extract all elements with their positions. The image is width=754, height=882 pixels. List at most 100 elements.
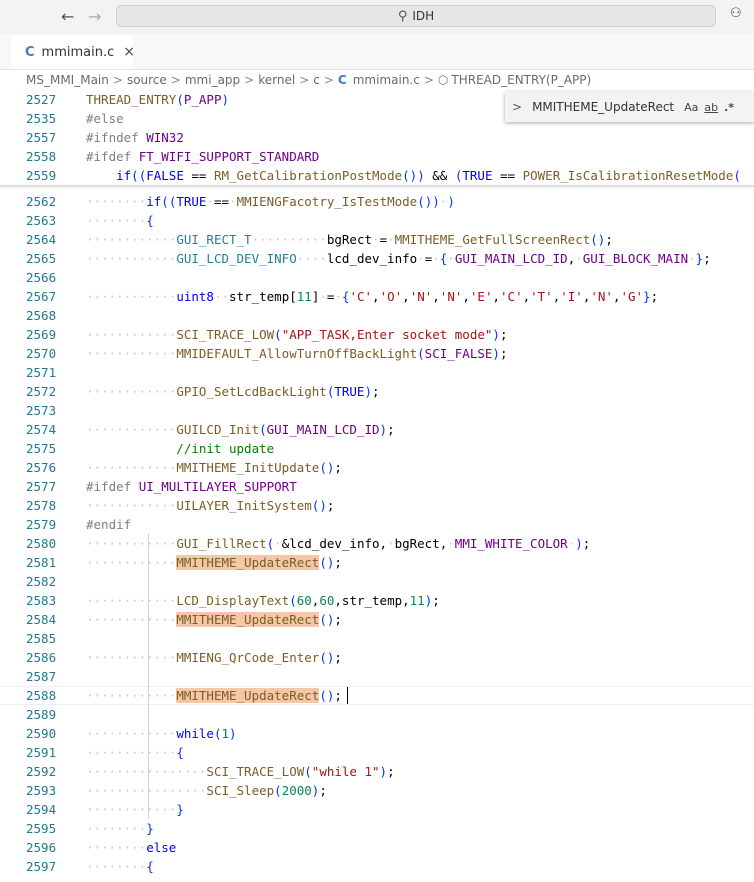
code-text: ················SCI_TRACE_LOW("while 1")… [86, 764, 395, 779]
code-text: ············GUILCD_Init(GUI_MAIN_LCD_ID)… [86, 422, 395, 437]
find-input[interactable]: MMITHEME_UpdateRect [532, 100, 678, 114]
use-regex-toggle[interactable]: .* [724, 101, 734, 114]
code-line[interactable]: 2588 ············MMITHEME_UpdateRect(); [0, 686, 754, 705]
copilot-icon[interactable]: ⚇ [730, 6, 754, 26]
forward-arrow-icon[interactable]: → [88, 7, 101, 26]
code-line[interactable]: 2567 ············uint8··str_temp[11]·=·{'… [0, 287, 754, 306]
code-line[interactable]: 2562 ········if((TRUE·==·MMIENGFacotry_Is… [0, 192, 754, 211]
line-number: 2583 [26, 593, 57, 608]
c-file-icon: C [25, 44, 35, 60]
breadcrumb-item[interactable]: mmimain.c [353, 73, 420, 87]
back-arrow-icon[interactable]: ← [61, 7, 74, 26]
breadcrumb-item[interactable]: source [127, 73, 167, 87]
sticky-scroll-line[interactable]: 2557 #ifndef WIN32 [0, 128, 754, 147]
line-number: 2595 [26, 821, 57, 836]
close-icon[interactable]: × [123, 44, 135, 60]
sticky-scroll-line[interactable]: 2558 #ifdef FT_WIFI_SUPPORT_STANDARD [0, 147, 754, 166]
line-number: 2584 [26, 612, 57, 627]
code-text: #ifdef FT_WIFI_SUPPORT_STANDARD [86, 149, 320, 164]
symbol-method-icon: ⬡ [437, 73, 449, 87]
find-widget: > MMITHEME_UpdateRect Aa ab .* [505, 92, 754, 122]
code-line[interactable]: 2569 ············SCI_TRACE_LOW("APP_TASK,… [0, 325, 754, 344]
code-line[interactable]: 2572 ············GPIO_SetLcdBackLight(TRU… [0, 382, 754, 401]
code-text: ········if((TRUE·==·MMIENGFacotry_IsTest… [86, 194, 455, 209]
line-number: 2527 [26, 92, 57, 107]
code-line[interactable]: 2577 #ifdef UI_MULTILAYER_SUPPORT [0, 477, 754, 496]
breadcrumb-item[interactable]: c [313, 73, 320, 87]
code-text: ········} [86, 821, 154, 836]
code-text: ············GUI_FillRect(·&lcd_dev_info,… [86, 536, 591, 551]
c-file-icon: C [337, 73, 347, 87]
code-line[interactable]: 2585 [0, 629, 754, 648]
code-line[interactable]: 2568 [0, 306, 754, 325]
code-line[interactable]: 2573 [0, 401, 754, 420]
command-center-search[interactable]: ⚲ IDH [116, 5, 716, 27]
code-line[interactable]: 2595 ········} [0, 819, 754, 838]
sticky-scroll-shadow [0, 185, 754, 189]
code-line[interactable]: 2564 ············GUI_RECT_T··········bgRe… [0, 230, 754, 249]
search-icon: ⚲ [397, 8, 408, 24]
code-line[interactable]: 2597 ········{ [0, 857, 754, 876]
code-text: ············LCD_DisplayText(60,60,str_te… [86, 593, 440, 608]
tab-mmimain-c[interactable]: C mmimain.c × [11, 34, 135, 69]
code-line[interactable]: 2593 ················SCI_Sleep(2000); [0, 781, 754, 800]
line-number: 2571 [26, 365, 57, 380]
line-number: 2596 [26, 840, 57, 855]
sticky-scroll-line[interactable]: 2559 if((FALSE == RM_GetCalibrationPostM… [0, 166, 754, 185]
code-line[interactable]: 2571 [0, 363, 754, 382]
indent-guide [148, 534, 149, 743]
code-line[interactable]: 2576 ············MMITHEME_InitUpdate(); [0, 458, 754, 477]
code-line[interactable]: 2589 [0, 705, 754, 724]
code-line[interactable]: 2586 ············MMIENG_QrCode_Enter(); [0, 648, 754, 667]
code-line[interactable]: 2590 ············while(1) [0, 724, 754, 743]
line-number: 2562 [26, 194, 57, 209]
code-line[interactable]: 2583 ············LCD_DisplayText(60,60,st… [0, 591, 754, 610]
breadcrumb-item[interactable]: mmi_app [185, 73, 240, 87]
code-text: #endif [86, 517, 132, 532]
chevron-right-icon: > [323, 73, 334, 87]
code-line[interactable]: 2587 [0, 667, 754, 686]
code-line[interactable]: 2579 #endif [0, 515, 754, 534]
code-text: ············} [86, 802, 184, 817]
code-text: if((FALSE == RM_GetCalibrationPostMode()… [116, 168, 741, 183]
code-line[interactable]: 2570 ············MMIDEFAULT_AllowTurnOffB… [0, 344, 754, 363]
code-line[interactable]: 2580 ············GUI_FillRect(·&lcd_dev_i… [0, 534, 754, 553]
code-line[interactable]: 2594 ············} [0, 800, 754, 819]
line-number: 2535 [26, 111, 57, 126]
line-number: 2591 [26, 745, 57, 760]
code-line[interactable]: 2563 ········{ [0, 211, 754, 230]
line-number: 2578 [26, 498, 57, 513]
code-editor[interactable]: 2562 ········if((TRUE·==·MMIENGFacotry_Is… [0, 90, 754, 882]
code-line[interactable]: 2566 [0, 268, 754, 287]
code-text: #else [86, 111, 124, 126]
code-line[interactable]: 2581 ············MMITHEME_UpdateRect(); [0, 553, 754, 572]
line-number: 2563 [26, 213, 57, 228]
code-line[interactable]: 2591 ············{ [0, 743, 754, 762]
code-line[interactable]: 2592 ················SCI_TRACE_LOW("while… [0, 762, 754, 781]
code-text: THREAD_ENTRY(P_APP) [86, 92, 230, 107]
code-text: ············GUI_LCD_DEV_INFO····lcd_dev_… [86, 251, 711, 266]
breadcrumb-item[interactable]: THREAD_ENTRY(P_APP) [451, 73, 591, 87]
line-number: 2570 [26, 346, 57, 361]
code-line[interactable]: 2596 ········else [0, 838, 754, 857]
code-text: ············MMITHEME_UpdateRect(); [86, 688, 342, 703]
code-text: ············MMITHEME_UpdateRect(); [86, 612, 342, 627]
code-line[interactable]: 2582 [0, 572, 754, 591]
code-line[interactable]: 2584 ············MMITHEME_UpdateRect(); [0, 610, 754, 629]
code-line[interactable]: 2574 ············GUILCD_Init(GUI_MAIN_LCD… [0, 420, 754, 439]
match-case-toggle[interactable]: Aa [684, 101, 698, 114]
code-line[interactable]: 2565 ············GUI_LCD_DEV_INFO····lcd_… [0, 249, 754, 268]
code-line[interactable]: 2575 //init update [0, 439, 754, 458]
command-center-text: IDH [412, 9, 435, 23]
code-line[interactable]: 2578 ············UILAYER_InitSystem(); [0, 496, 754, 515]
code-text: ············MMITHEME_UpdateRect(); [86, 555, 342, 570]
line-number: 2593 [26, 783, 57, 798]
code-text: ············MMIENG_QrCode_Enter(); [86, 650, 342, 665]
code-text: ············MMITHEME_InitUpdate(); [86, 460, 342, 475]
match-whole-word-toggle[interactable]: ab [704, 101, 718, 114]
chevron-right-icon[interactable]: > [512, 100, 522, 114]
line-number: 2565 [26, 251, 57, 266]
code-text: #ifdef UI_MULTILAYER_SUPPORT [86, 479, 297, 494]
breadcrumb-item[interactable]: MS_MMI_Main [26, 73, 109, 87]
breadcrumb-item[interactable]: kernel [258, 73, 295, 87]
